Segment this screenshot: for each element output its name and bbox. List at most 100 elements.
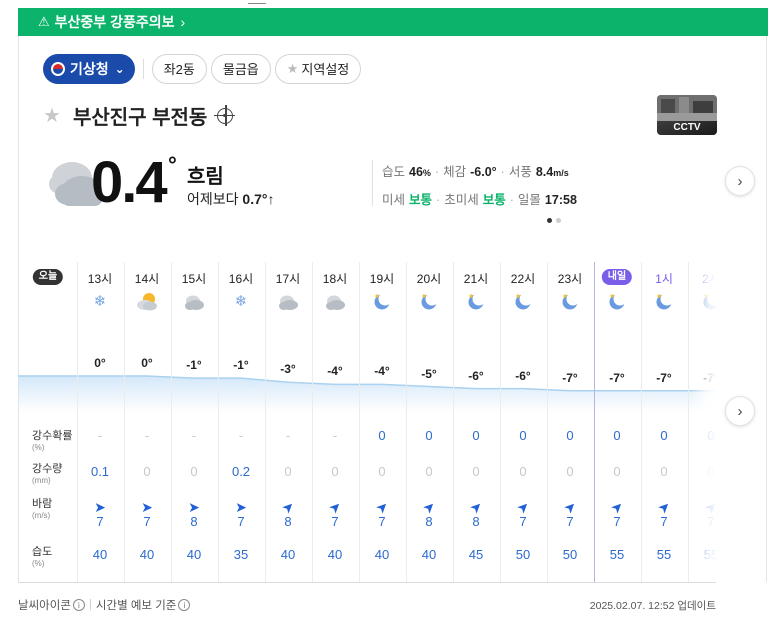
column-divider <box>217 262 219 582</box>
precip-amount-value: 0 <box>143 464 151 479</box>
footer-info: 날씨아이콘 i | 시간별 예보 기준 i <box>18 597 191 613</box>
cloudy-icon <box>326 295 345 310</box>
precip-amount-value: 0 <box>613 464 621 479</box>
precip-amount-value: 0 <box>284 464 292 479</box>
humidity-value: 40 <box>186 547 202 562</box>
column-divider <box>264 262 266 582</box>
humidity-value: 55 <box>703 547 716 562</box>
icon-info-label[interactable]: 날씨아이콘 <box>18 597 71 613</box>
hour-label: 2시 <box>702 272 716 286</box>
dust-label: 미세 <box>382 193 406 207</box>
weather-alert-banner[interactable]: ⚠ 부산중부 강풍주의보 › <box>18 8 768 36</box>
yesterday-comparison: 어제보다 0.7°↑ <box>187 189 274 209</box>
hour-temperature: -7° <box>656 370 672 385</box>
gps-locate-icon[interactable] <box>214 104 236 126</box>
hour-label: 18시 <box>322 272 348 286</box>
svg-text:❄: ❄ <box>94 293 107 310</box>
row-label-text: 강수량 <box>32 463 63 475</box>
precip-amount-value: 0 <box>378 464 386 479</box>
hour-label: 19시 <box>369 272 395 286</box>
moon-icon <box>468 292 486 310</box>
location-header: ★ 부산진구 부전동 <box>43 101 236 130</box>
moon-icon <box>703 292 716 310</box>
precip-prob-value: - <box>285 428 291 443</box>
forecast-basis-label[interactable]: 시간별 예보 기준 <box>96 597 176 613</box>
update-time: 2025.02.07. 12:52 업데이트 <box>589 600 716 612</box>
day-divider <box>593 262 595 582</box>
row-label-text: 강수확률 <box>32 430 73 442</box>
humidity-value: 55 <box>656 547 672 562</box>
precip-amount-value: 0 <box>707 464 715 479</box>
info-icon[interactable]: i <box>72 599 85 611</box>
precip-prob-row-label: 강수확률 (%) <box>32 430 72 454</box>
next-hours-button[interactable]: › <box>725 396 755 426</box>
region-settings-button[interactable]: ★ 지역설정 <box>274 53 362 84</box>
hour-label: 14시 <box>134 272 160 286</box>
column-divider <box>123 262 125 582</box>
hour-label: 13시 <box>87 272 113 286</box>
precip-prob-value: 0 <box>378 428 386 443</box>
pager-dot[interactable] <box>556 218 561 223</box>
humidity-value: 40 <box>327 547 343 562</box>
moon-icon <box>562 292 580 310</box>
info-icon[interactable]: i <box>178 599 191 611</box>
wind-speed-value: 7 <box>96 514 104 529</box>
separator-dot: · <box>509 193 514 207</box>
snow-icon: ❄ <box>235 293 248 310</box>
star-icon: ★ <box>286 60 299 76</box>
chip-region-1[interactable]: 좌2동 <box>151 53 207 84</box>
precip-amount-value: 0 <box>190 464 198 479</box>
precip-amount-value: 0 <box>472 464 480 479</box>
hour-temperature: -6° <box>468 368 484 383</box>
moon-icon <box>421 292 439 310</box>
wind-speed-value: 7 <box>566 514 574 529</box>
feels-like-label: 체감 <box>443 165 467 179</box>
row-label-unit: (%) <box>32 559 45 568</box>
precip-amount-value: 0 <box>566 464 574 479</box>
precip-amount-value: 0 <box>425 464 433 479</box>
wind-speed-value: 8 <box>284 514 292 529</box>
row-label-unit: (m/s) <box>32 511 51 520</box>
fine-dust-value: 보통 <box>482 193 506 207</box>
column-divider <box>405 262 407 582</box>
chevron-right-icon: › <box>737 402 743 420</box>
today-badge: 오늘 <box>32 269 64 285</box>
hour-temperature: -1° <box>186 358 202 373</box>
current-temperature: 0.4 <box>91 150 168 215</box>
hour-temperature: -4° <box>374 364 390 379</box>
hour-temperature: -7° <box>562 370 578 385</box>
chip-label: 지역설정 <box>301 62 350 77</box>
wind-speed-value: 8 <box>425 514 433 529</box>
cctv-thumbnail[interactable]: CCTV <box>657 95 717 135</box>
next-summary-button[interactable]: › <box>725 166 755 196</box>
moon-icon <box>609 292 627 310</box>
hour-temperature: 0° <box>141 356 153 370</box>
wind-speed-value: 7 <box>237 514 245 529</box>
humidity-value: 55 <box>609 547 625 562</box>
location-name: 부산진구 부전동 <box>72 107 208 129</box>
hour-temperature: -7° <box>703 370 716 385</box>
pager-dot-active[interactable] <box>547 218 552 223</box>
precip-prob-value: - <box>191 428 197 443</box>
alert-text: 부산중부 강풍주의보 <box>54 14 175 30</box>
humidity-row-label: 습도 (%) <box>32 546 52 570</box>
wind-direction-icon: ➤ <box>235 499 247 515</box>
humidity-value: 40 <box>92 547 108 562</box>
degree-symbol: ° <box>168 152 177 177</box>
wind-direction-icon: ➤ <box>141 499 153 515</box>
source-selector-button[interactable]: 기상청 ⌄ <box>43 53 135 84</box>
tomorrow-badge: 내일 <box>601 269 633 285</box>
humidity-value: 40 <box>139 547 155 562</box>
snow-icon: ❄ <box>94 293 107 310</box>
favorite-star-icon[interactable]: ★ <box>43 103 61 128</box>
hourly-forecast-table: 강수확률 (%) 강수량 (mm) 바람 (m/s) 습도 (%) 오늘 13시 ❄ 0° -… <box>18 262 716 582</box>
row-label-unit: (%) <box>32 443 45 452</box>
humidity-label: 습도 <box>382 165 406 179</box>
wind-speed-value: 8 <box>190 514 198 529</box>
wind-speed-value: 7 <box>331 514 339 529</box>
humidity-value: 45 <box>468 547 484 562</box>
column-divider <box>640 262 642 582</box>
footer-separator: | <box>88 599 92 611</box>
chip-region-2[interactable]: 물금읍 <box>210 53 271 84</box>
wind-speed-value: 8 <box>472 514 480 529</box>
